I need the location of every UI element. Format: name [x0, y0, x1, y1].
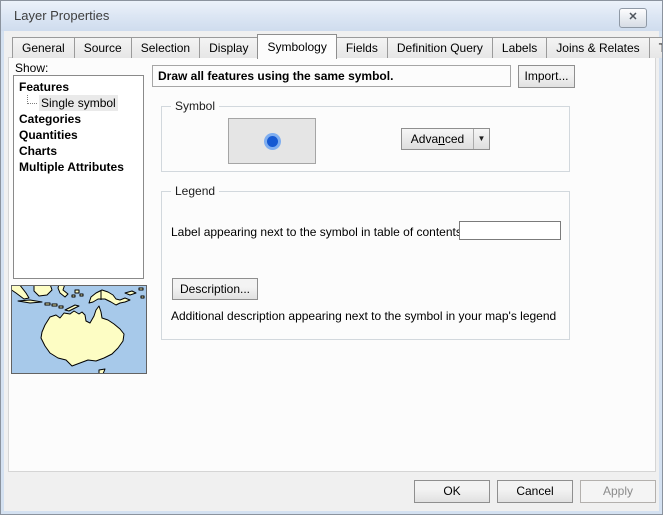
legend-label-input[interactable] — [459, 221, 561, 240]
tab-strip: General Source Selection Display Symbolo… — [12, 34, 663, 58]
show-label: Show: — [15, 61, 48, 75]
tab-labels[interactable]: Labels — [492, 37, 547, 58]
import-button[interactable]: Import... — [518, 65, 575, 88]
tree-item-label: Single symbol — [39, 95, 118, 111]
symbol-selector-button[interactable] — [228, 118, 316, 164]
tab-source[interactable]: Source — [74, 37, 132, 58]
ok-button[interactable]: OK — [414, 480, 490, 503]
point-symbol-core — [267, 136, 278, 147]
map-preview-image — [12, 286, 146, 373]
map-preview — [11, 285, 147, 374]
tab-definition-query[interactable]: Definition Query — [387, 37, 493, 58]
advanced-dropdown-button[interactable]: Advanced ▼ — [401, 128, 490, 150]
tab-symbology[interactable]: Symbology — [257, 34, 336, 59]
tree-item-single-symbol[interactable]: Single symbol — [14, 95, 143, 111]
tab-display[interactable]: Display — [199, 37, 258, 58]
tab-general[interactable]: General — [12, 37, 75, 58]
tree-item-features[interactable]: Features — [14, 79, 143, 95]
cancel-button[interactable]: Cancel — [497, 480, 573, 503]
advanced-button-label: Advanced — [402, 132, 473, 146]
tab-selection[interactable]: Selection — [131, 37, 200, 58]
legend-description-caption: Additional description appearing next to… — [171, 309, 556, 323]
method-header: Draw all features using the same symbol. — [152, 65, 511, 87]
title-bar: Layer Properties ✕ — [1, 1, 662, 31]
tree-item-multiple-attributes[interactable]: Multiple Attributes — [14, 159, 143, 175]
legend-group-title: Legend — [171, 184, 219, 198]
description-button[interactable]: Description... — [172, 278, 258, 300]
legend-label-caption: Label appearing next to the symbol in ta… — [171, 225, 465, 239]
method-header-text: Draw all features using the same symbol. — [158, 69, 393, 83]
tab-time[interactable]: Time — [649, 37, 663, 58]
tree-branch-icon — [27, 95, 37, 104]
apply-button[interactable]: Apply — [580, 480, 656, 503]
symbology-tab-page: Show: Features Single symbol Categories … — [8, 57, 656, 472]
tab-joins-relates[interactable]: Joins & Relates — [546, 37, 649, 58]
chevron-down-icon: ▼ — [473, 129, 489, 149]
tree-item-categories[interactable]: Categories — [14, 111, 143, 127]
tab-fields[interactable]: Fields — [336, 37, 388, 58]
show-tree-list: Features Single symbol Categories Quanti… — [13, 75, 144, 279]
dialog-body: General Source Selection Display Symbolo… — [4, 31, 659, 511]
tree-item-charts[interactable]: Charts — [14, 143, 143, 159]
symbol-group: Symbol — [161, 106, 570, 172]
layer-properties-dialog: Layer Properties ✕ General Source Select… — [0, 0, 663, 515]
close-button[interactable]: ✕ — [619, 8, 647, 28]
tree-item-quantities[interactable]: Quantities — [14, 127, 143, 143]
window-title: Layer Properties — [14, 8, 109, 23]
symbol-group-title: Symbol — [171, 99, 219, 113]
close-icon: ✕ — [628, 11, 637, 23]
point-symbol-icon — [264, 133, 281, 150]
